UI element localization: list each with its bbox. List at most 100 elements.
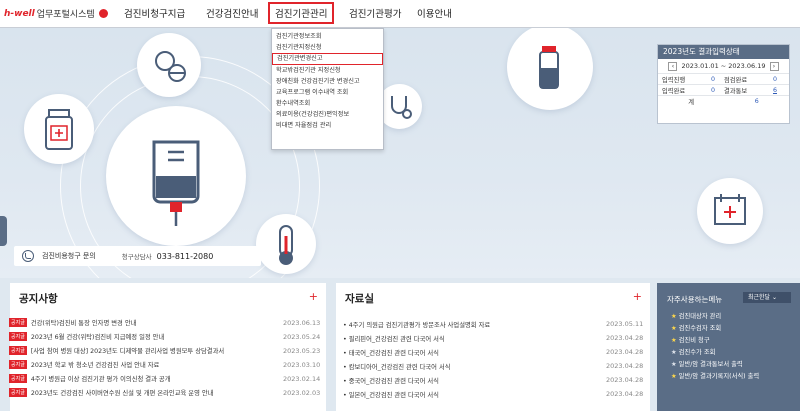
claims-contact-bar: 검진비용청구 문의 청구상담사 033-811-2080 (14, 246, 261, 266)
notice-text[interactable]: 2023년 6월 건강(위탁)검진비 지급예정 일정 안내 (31, 332, 164, 341)
star-outline-icon: ★ (671, 349, 677, 356)
notice-item[interactable]: 공지글 2023년 학교 밖 청소년 건강검진 사업 안내 자료 (9, 358, 159, 371)
status-label: 결과통보 (724, 87, 748, 95)
medicine-bottle-icon (24, 94, 94, 164)
status-date-range: 2023.01.01 ~ 2023.06.19 (681, 62, 766, 70)
notice-date: 2023.05.24 (283, 333, 321, 341)
data-text[interactable]: 일본어_건강검진 관련 다국어 서식 (349, 392, 439, 399)
next-arrow-icon[interactable]: › (769, 61, 779, 71)
quick-menu-label: 일반/암 결과기록지(서식) 출력 (678, 373, 760, 380)
institution-management-dropdown: 검진기관정보조회 검진기관지정신청 검진기관변경신고 학교밖검진기관 지정신청 … (271, 28, 384, 150)
data-item[interactable]: • 일본어_건강검진 관련 다국어 서식 (343, 390, 439, 399)
notice-badge: 공지글 (9, 360, 27, 369)
quick-menu-title: 자주사용하는메뉴 (667, 295, 723, 304)
result-input-status-panel: 2023년도 결과입력상태 ‹ 2023.01.01 ~ 2023.06.19 … (657, 44, 790, 124)
data-date: 2023.04.28 (606, 362, 644, 370)
quick-menu-item[interactable]: ★ 검진수가 조회 (671, 347, 715, 356)
notice-item[interactable]: 공지글 4주기 병원급 이상 검진기관 평가 이의신청 결과 공개 (9, 372, 171, 385)
quick-menu-label: 일반/암 결과통보서 출력 (678, 361, 743, 368)
status-value[interactable]: 6 (760, 87, 782, 94)
quick-menu-item[interactable]: ★ 검진비 청구 (671, 335, 710, 344)
data-text[interactable]: 태국어_건강검진 관련 다국어 서식 (349, 350, 439, 357)
status-row: 입력진행 0 점검완료 0 (658, 73, 789, 84)
menu-checkup-guide[interactable]: 건강검진안내 (206, 6, 258, 20)
data-item[interactable]: • 필리핀어_건강검진 관련 다국어 서식 (343, 334, 445, 343)
notice-badge: 공지글 (9, 388, 27, 397)
quick-menu-item[interactable]: ★ 검진대상자 관리 (671, 311, 721, 320)
menu-institution-evaluation[interactable]: 검진기관평가 (349, 6, 401, 20)
star-outline-icon: ★ (671, 361, 677, 368)
star-icon: ★ (671, 337, 677, 344)
data-date: 2023.05.11 (606, 320, 644, 328)
quick-menu-label: 검진수가 조회 (678, 349, 716, 356)
status-total-label: 계 (688, 98, 695, 106)
period-select[interactable]: 최근한달 ⌄ (743, 292, 791, 303)
chevron-down-icon: ⌄ (772, 294, 778, 301)
dropdown-item[interactable]: 비대면 자율점검 관리 (272, 120, 383, 131)
star-icon: ★ (671, 373, 677, 380)
logo[interactable]: h-well 업무포털시스템 (4, 7, 108, 20)
dropdown-item[interactable]: 검진기관지정신청 (272, 42, 383, 53)
notice-text[interactable]: [사업 참여 병원 대상] 2023년도 디제약물 관리사업 병원모투 상담결과… (31, 346, 224, 355)
side-toggle-handle[interactable] (0, 216, 7, 246)
dropdown-item[interactable]: 장애친화 건강검진기관 변경신고 (272, 76, 383, 87)
status-row: 입력완료 0 결과통보 6 (658, 84, 789, 95)
notice-date: 2023.02.14 (283, 375, 321, 383)
contact-sub: 청구상담사 (121, 253, 152, 261)
notice-badge: 공지글 (9, 332, 27, 341)
notice-item[interactable]: 공지글 2023년 6월 건강(위탁)검진비 지급예정 일정 안내 (9, 330, 164, 343)
data-text[interactable]: 중국어_건강검진 관련 다국어 서식 (349, 378, 439, 385)
data-date: 2023.04.28 (606, 348, 644, 356)
status-value[interactable]: 0 (698, 87, 720, 94)
quick-menu-label: 검진대상자 관리 (678, 313, 722, 320)
prev-arrow-icon[interactable]: ‹ (668, 61, 678, 71)
dropdown-item[interactable]: 환수내역조회 (272, 98, 383, 109)
data-text[interactable]: 캄보디아어_건강검진 관련 다국어 서식 (349, 364, 451, 371)
contact-title: 검진비용청구 문의 (42, 252, 96, 260)
dropdown-item-selected[interactable]: 검진기관변경신고 (272, 53, 383, 65)
dropdown-item[interactable]: 학교밖검진기관 지정신청 (272, 65, 383, 76)
top-navigation: h-well 업무포털시스템 검진비청구지급 건강검진안내 검진기관관리 검진기… (0, 0, 800, 28)
data-item[interactable]: • 4주기 의원급 검진기관평가 방문조사 사업설명회 자료 (343, 320, 490, 329)
status-value[interactable]: 0 (760, 76, 782, 83)
notice-text[interactable]: 2023년 학교 밖 청소년 건강검진 사업 안내 자료 (31, 360, 160, 369)
logo-title: 업무포털시스템 (36, 10, 95, 20)
status-total-value[interactable]: 6 (755, 98, 759, 105)
notice-text[interactable]: 2023년도 건강검진 사이버연수원 신설 및 개편 온라인교육 운영 안내 (31, 388, 214, 397)
status-total-row: 계 6 (658, 95, 789, 106)
iv-bag-icon (106, 106, 246, 246)
notice-date: 2023.06.13 (283, 319, 321, 327)
vial-icon (507, 28, 593, 110)
dropdown-item[interactable]: 검진기관정보조회 (272, 31, 383, 42)
quick-menu-item[interactable]: ★ 일반/암 결과통보서 출력 (671, 359, 743, 368)
notice-more-button[interactable]: + (309, 290, 318, 303)
notice-item[interactable]: 공지글 건강(위탁)검진비 통장 인자명 변경 안내 (9, 316, 136, 329)
thermometer-icon (256, 214, 316, 274)
data-item[interactable]: • 중국어_건강검진 관련 다국어 서식 (343, 376, 439, 385)
notice-item[interactable]: 공지글 2023년도 건강검진 사이버연수원 신설 및 개편 온라인교육 운영 안… (9, 386, 213, 399)
data-item[interactable]: • 태국어_건강검진 관련 다국어 서식 (343, 348, 439, 357)
notice-date: 2023.05.23 (283, 347, 321, 355)
star-icon: ★ (671, 325, 677, 332)
notice-badge: 공지글 (9, 346, 27, 355)
notice-date: 2023.02.03 (283, 389, 321, 397)
notice-badge: 공지글 (9, 374, 27, 383)
notice-text[interactable]: 4주기 병원급 이상 검진기관 평가 이의신청 결과 공개 (31, 374, 171, 383)
status-value[interactable]: 0 (698, 76, 720, 83)
quick-menu-item[interactable]: ★ 검진수검자 조회 (671, 323, 721, 332)
data-date: 2023.04.28 (606, 334, 644, 342)
data-text[interactable]: 필리핀어_건강검진 관련 다국어 서식 (349, 336, 445, 343)
dropdown-item[interactable]: 교육프로그램 이수내역 조회 (272, 87, 383, 98)
period-select-value: 최근한달 (748, 294, 771, 301)
data-date: 2023.04.28 (606, 376, 644, 384)
quick-menu-item[interactable]: ★ 일반/암 결과기록지(서식) 출력 (671, 371, 759, 380)
dropdown-item[interactable]: 의료이용(건강검진)편익정보 (272, 109, 383, 120)
data-text[interactable]: 4주기 의원급 검진기관평가 방문조사 사업설명회 자료 (349, 322, 490, 329)
menu-claims[interactable]: 검진비청구지급 (124, 6, 185, 20)
menu-institution-management[interactable]: 검진기관관리 (268, 2, 335, 24)
notice-item[interactable]: 공지글 [사업 참여 병원 대상] 2023년도 디제약물 관리사업 병원모투 상… (9, 344, 224, 357)
notice-text[interactable]: 건강(위탁)검진비 통장 인자명 변경 안내 (31, 318, 137, 327)
data-item[interactable]: • 캄보디아어_건강검진 관련 다국어 서식 (343, 362, 451, 371)
data-room-more-button[interactable]: + (633, 290, 642, 303)
menu-usage-guide[interactable]: 이용안내 (417, 6, 452, 20)
